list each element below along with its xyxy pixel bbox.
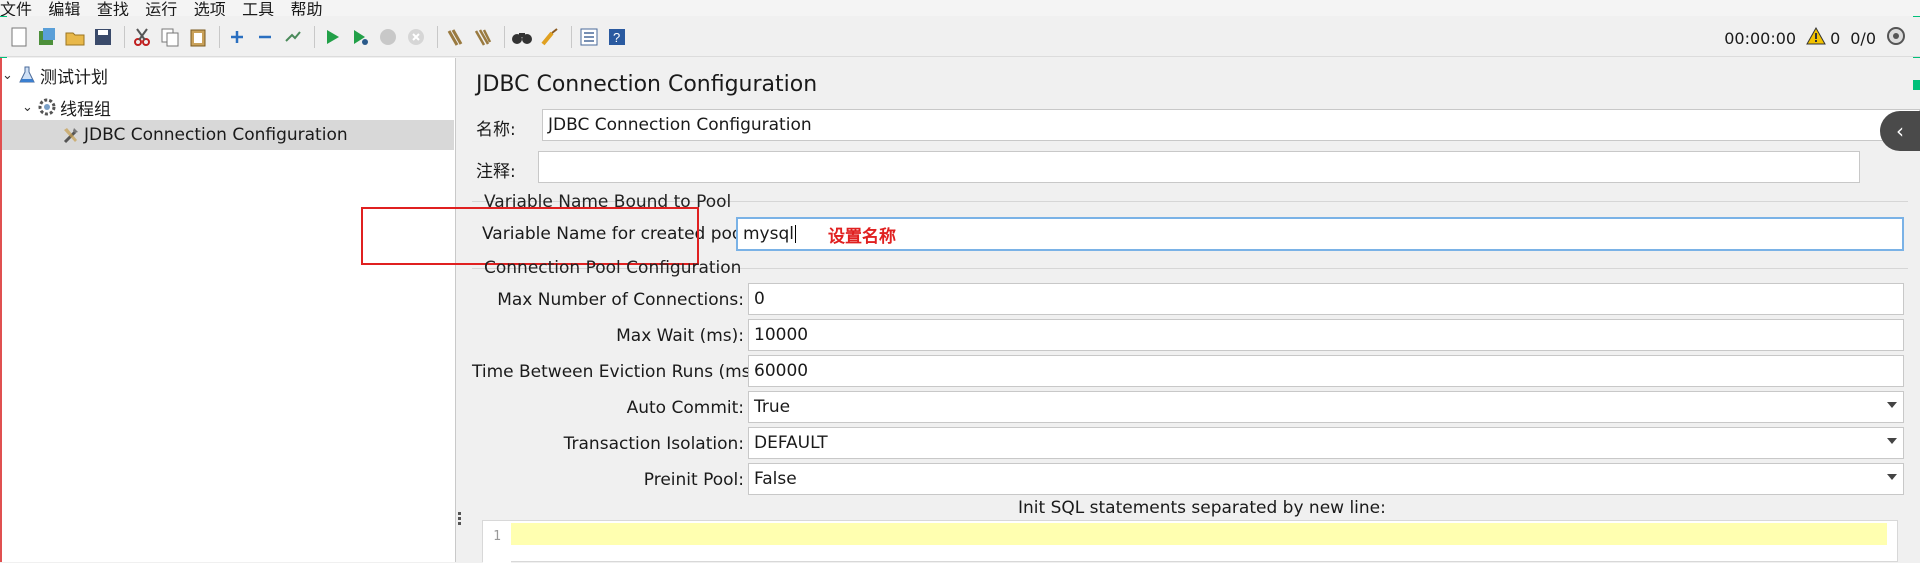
toolbar-separator bbox=[124, 26, 125, 48]
toolbar-separator bbox=[219, 26, 220, 48]
eviction-runs-value: 60000 bbox=[754, 361, 809, 381]
new-icon[interactable] bbox=[8, 26, 30, 48]
svg-text:?: ? bbox=[613, 30, 620, 45]
tree-item-thread-group[interactable]: ⌄ 线程组 bbox=[22, 92, 454, 122]
menu-run[interactable]: 运行 bbox=[145, 2, 177, 17]
clear-icon[interactable] bbox=[444, 26, 466, 48]
chevron-down-icon[interactable]: ⌄ bbox=[22, 100, 36, 115]
transaction-isolation-select[interactable]: DEFAULT bbox=[748, 427, 1904, 459]
dropdown-arrow-icon bbox=[1887, 402, 1897, 408]
menu-help[interactable]: 帮助 bbox=[291, 2, 323, 17]
flask-icon bbox=[16, 64, 38, 86]
scroll-accent bbox=[1913, 80, 1920, 90]
expand-icon[interactable] bbox=[226, 26, 248, 48]
tree-item-test-plan[interactable]: ⌄ 测试计划 bbox=[2, 60, 454, 90]
warning-icon[interactable] bbox=[1806, 26, 1826, 49]
init-sql-editor[interactable]: 1 bbox=[482, 520, 1898, 563]
toolbar-separator bbox=[571, 26, 572, 48]
copy-icon[interactable] bbox=[159, 26, 181, 48]
max-wait-label: Max Wait (ms): bbox=[616, 326, 744, 346]
max-connections-input[interactable]: 0 bbox=[748, 283, 1904, 315]
name-label: 名称: bbox=[476, 120, 516, 140]
menu-edit[interactable]: 编辑 bbox=[48, 2, 80, 17]
menu-file[interactable]: 文件 bbox=[0, 2, 32, 17]
menu-search[interactable]: 查找 bbox=[97, 2, 129, 17]
chevron-left-icon[interactable]: ‹ bbox=[1880, 111, 1920, 151]
tree-item-jdbc-config[interactable]: JDBC Connection Configuration bbox=[2, 120, 454, 150]
wrench-icon bbox=[60, 124, 82, 146]
auto-commit-value: True bbox=[754, 397, 791, 417]
auto-commit-label: Auto Commit: bbox=[626, 398, 744, 418]
current-line-highlight bbox=[511, 523, 1887, 545]
section-title-pool: Connection Pool Configuration bbox=[484, 258, 742, 278]
config-panel: JDBC Connection Configuration 名称: JDBC C… bbox=[361, 58, 1920, 563]
page-title: JDBC Connection Configuration bbox=[476, 72, 818, 97]
gear-icon bbox=[36, 96, 58, 118]
line-number: 1 bbox=[483, 521, 511, 563]
clear-all-icon[interactable] bbox=[472, 26, 494, 48]
elapsed-timer: 00:00:00 bbox=[1724, 28, 1797, 48]
menu-tools[interactable]: 工具 bbox=[242, 2, 274, 17]
save-icon[interactable] bbox=[92, 26, 114, 48]
cut-icon[interactable] bbox=[131, 26, 153, 48]
menu-bar: 文件 编辑 查找 运行 选项 工具 帮助 bbox=[0, 0, 1920, 16]
start-no-pause-icon[interactable] bbox=[349, 26, 371, 48]
toolbar-separator bbox=[504, 26, 505, 48]
start-icon[interactable] bbox=[321, 26, 343, 48]
toggle-icon[interactable] bbox=[282, 26, 304, 48]
active-threads: 0/0 bbox=[1850, 28, 1876, 48]
text-caret bbox=[795, 225, 796, 243]
max-wait-value: 10000 bbox=[754, 325, 809, 345]
annotation-text: 设置名称 bbox=[828, 227, 896, 247]
name-value: JDBC Connection Configuration bbox=[548, 115, 812, 135]
comment-field[interactable] bbox=[538, 151, 1860, 183]
max-connections-value: 0 bbox=[754, 289, 765, 309]
pool-variable-input[interactable]: mysql bbox=[736, 217, 1904, 251]
test-plan-tree: ⌄ 测试计划 ⌄ 线程组 JDBC Connection Configurati… bbox=[2, 58, 456, 562]
dropdown-arrow-icon bbox=[1887, 438, 1897, 444]
name-field[interactable]: JDBC Connection Configuration bbox=[542, 109, 1920, 141]
templates-icon[interactable] bbox=[36, 26, 58, 48]
toolbar-separator bbox=[437, 26, 438, 48]
init-sql-label: Init SQL statements separated by new lin… bbox=[1018, 498, 1386, 518]
search-icon[interactable] bbox=[511, 26, 533, 48]
toolbar: ? 00:00:00 0 0/0 bbox=[0, 17, 1920, 57]
shutdown-icon[interactable] bbox=[405, 26, 427, 48]
comment-label: 注释: bbox=[476, 162, 516, 182]
help-icon[interactable]: ? bbox=[606, 26, 628, 48]
dropdown-arrow-icon bbox=[1887, 474, 1897, 480]
eviction-runs-label: Time Between Eviction Runs (ms): bbox=[472, 362, 763, 382]
pool-variable-value: mysql bbox=[743, 224, 794, 244]
function-helper-icon[interactable] bbox=[578, 26, 600, 48]
auto-commit-select[interactable]: True bbox=[748, 391, 1904, 423]
tree-item-label: 线程组 bbox=[60, 99, 111, 120]
preinit-pool-value: False bbox=[754, 469, 797, 489]
open-icon[interactable] bbox=[64, 26, 86, 48]
max-wait-input[interactable]: 10000 bbox=[748, 319, 1904, 351]
tree-item-label: JDBC Connection Configuration bbox=[84, 125, 348, 145]
reset-search-icon[interactable] bbox=[539, 26, 561, 48]
preinit-pool-label: Preinit Pool: bbox=[643, 470, 744, 490]
transaction-isolation-value: DEFAULT bbox=[754, 433, 828, 453]
annotation-highlight-box bbox=[361, 207, 699, 265]
transaction-isolation-label: Transaction Isolation: bbox=[563, 434, 744, 454]
paste-icon[interactable] bbox=[187, 26, 209, 48]
tree-item-label: 测试计划 bbox=[40, 67, 108, 88]
preinit-pool-select[interactable]: False bbox=[748, 463, 1904, 495]
warning-count: 0 bbox=[1830, 28, 1841, 48]
menu-options[interactable]: 选项 bbox=[194, 2, 226, 17]
max-connections-label: Max Number of Connections: bbox=[497, 290, 744, 310]
chevron-down-icon[interactable]: ⌄ bbox=[2, 68, 16, 83]
eviction-runs-input[interactable]: 60000 bbox=[748, 355, 1904, 387]
stop-icon[interactable] bbox=[377, 26, 399, 48]
toolbar-separator bbox=[314, 26, 315, 48]
remote-icon[interactable] bbox=[1886, 26, 1906, 50]
collapse-icon[interactable] bbox=[254, 26, 276, 48]
